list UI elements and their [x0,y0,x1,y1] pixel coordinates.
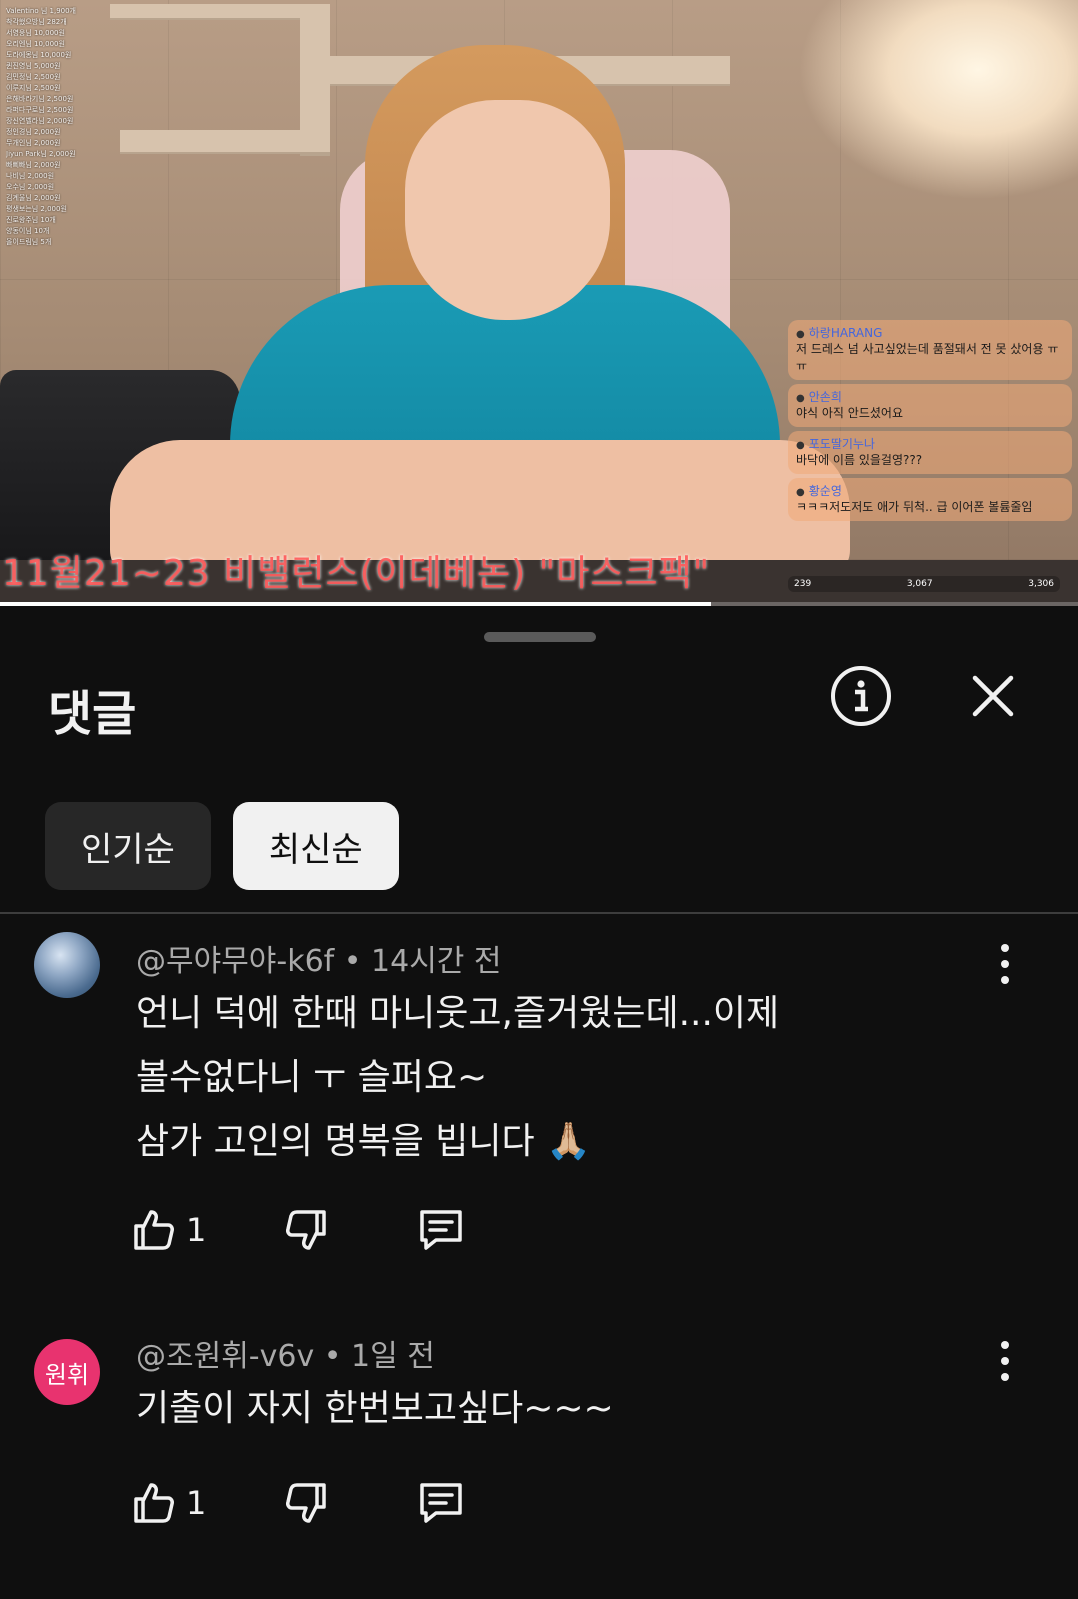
comment-line: 삼가 고인의 명복을 빕니다 🙏🏼 [136,1121,591,1162]
dislike-button[interactable] [282,1479,330,1527]
comment-meta: @조원휘-v6v • 1일 전 [136,1339,435,1374]
donation-list-overlay: Valentino 님 1,900개착각했으방님 282개서영웅님 10,000… [6,6,146,248]
comment-item: @무야무야-k6f • 14시간 전 언니 덕에 한때 마니웃고,즐거웠는데..… [0,916,1078,1276]
donation-list-item: 오리엔님 10,000원 [6,40,65,48]
donation-list-item: 퀸진영님 5,000원 [6,62,61,70]
video-ticker-text: 11월21~23 비밸런스(이데베논) "마스크팩" [2,553,711,594]
donation-list-item: 서영웅님 10,000원 [6,29,65,37]
donation-list-item: 은해바라기님 2,500원 [6,95,74,103]
sort-tab-popular[interactable]: 인기순 [45,802,211,890]
donation-list-item: 빠삐빠님 2,000원 [6,161,61,169]
more-vert-icon [1001,1341,1009,1349]
drag-handle[interactable] [484,632,596,642]
chat-username: 포도딸기누나 [796,435,1064,452]
video-player[interactable]: Valentino 님 1,900개착각했으방님 282개서영웅님 10,000… [0,0,1078,606]
comments-sheet: 댓글 인기순 최신순 @무야무야-k6f • 14시간 전 언니 덕에 한때 마… [0,606,1078,1599]
chat-message: 안손희야식 아직 안드셨어요 [788,384,1072,427]
more-vert-icon [1001,960,1009,968]
thumbs-down-icon [286,1483,327,1523]
reply-button[interactable] [416,1479,466,1527]
close-icon [972,675,1014,717]
chat-text: 저 드레스 넘 사고싶었는데 품절돼서 전 못 샀어용 ㅠㅠ [796,342,1059,373]
comment-item: 원휘 @조원휘-v6v • 1일 전 기출이 자지 한번보고싶다~~~ 1 [0,1321,1078,1571]
chat-text: 바닥에 이름 있을걸영??? [796,453,923,467]
thumbs-up-icon [134,1483,174,1523]
donation-list-item: 도라에몽님 10,000원 [6,51,72,59]
comment-actions: 1 [130,1206,466,1254]
info-button[interactable] [829,664,893,728]
reply-icon [420,1210,463,1250]
more-options-button[interactable] [990,1341,1020,1381]
donation-list-item: 나비님 2,000원 [6,172,55,180]
light-glow [798,0,1078,200]
donation-list-item: 올이드림님 5개 [6,238,52,246]
donation-list-item: 평생보는님 2,000원 [6,205,67,213]
donation-list-item: 정인경님 2,000원 [6,128,61,136]
chat-text: 야식 아직 안드셨어요 [796,406,903,420]
fan-count: 3,306 [1028,579,1054,589]
info-icon [831,666,891,726]
close-button[interactable] [961,664,1025,728]
comment-line: 볼수없다니 ㅜ 슬퍼요~ [136,1057,488,1098]
more-vert-icon [1001,944,1009,952]
thumbs-up-icon [134,1210,174,1250]
donation-list-item: 김민정님 2,500원 [6,73,61,81]
chat-username: 황순영 [796,482,1064,499]
thumbs-down-icon [286,1210,327,1250]
more-vert-icon [1001,1357,1009,1365]
sort-tab-newest[interactable]: 최신순 [232,802,399,890]
like-count: 1 [186,1211,207,1249]
donation-list-item: Jiyun Park님 2,000원 [6,150,76,158]
viewer-count: 239 [794,579,812,589]
donation-list-item: 김계울님 2,000원 [6,194,61,202]
comment-actions: 1 [130,1479,466,1527]
chat-message: 황순영ㅋㅋㅋ저도저도 애가 뒤척.. 급 이어폰 볼륨줄임 [788,478,1072,521]
reply-button[interactable] [416,1206,466,1254]
donation-list-item: 장신연벨라님 2,000원 [6,117,74,125]
stream-stats: 239 3,067 3,306 [788,576,1060,592]
comment-line: 언니 덕에 한때 마니웃고,즐거웠는데...이제 [136,993,780,1034]
sort-tabs: 인기순 최신순 [45,802,399,890]
sheet-title: 댓글 [48,686,137,742]
more-options-button[interactable] [990,944,1020,984]
avatar[interactable]: 원휘 [34,1339,100,1405]
more-vert-icon [1001,976,1009,984]
donation-list-item: 오수님 2,000원 [6,183,55,191]
chat-username: 안손희 [796,388,1064,405]
chat-text: ㅋㅋㅋ저도저도 애가 뒤척.. 급 이어폰 볼륨줄임 [796,500,1033,514]
donation-list-item: 이루지님 2,500원 [6,84,61,92]
donation-list-item: 착각했으방님 282개 [6,18,67,26]
donation-list-item: 진로왕주님 10개 [6,216,56,224]
comment-line: 기출이 자지 한번보고싶다~~~ [136,1388,614,1429]
streamer-face [405,100,610,320]
donation-list-item: 라퍼다구로님 2,500원 [6,106,74,114]
comment-text: 언니 덕에 한때 마니웃고,즐거웠는데...이제 볼수없다니 ㅜ 슬퍼요~ 삼가… [136,982,936,1174]
donation-list-item: 무개인님 2,000원 [6,139,61,147]
donation-list-item: Valentino 님 1,900개 [6,7,77,15]
like-button[interactable]: 1 [130,1479,206,1527]
like-button[interactable]: 1 [130,1206,206,1254]
comment-meta: @무야무야-k6f • 14시간 전 [136,944,502,979]
live-chat-overlay: 하랑HARANG저 드레스 넘 사고싶었는데 품절돼서 전 못 샀어용 ㅠㅠ안손… [788,320,1072,525]
shelf [120,130,330,152]
chat-message: 하랑HARANG저 드레스 넘 사고싶었는데 품절돼서 전 못 샀어용 ㅠㅠ [788,320,1072,380]
more-vert-icon [1001,1373,1009,1381]
reply-icon [420,1483,463,1523]
divider [0,912,1078,914]
chat-message: 포도딸기누나바닥에 이름 있을걸영??? [788,431,1072,474]
like-count: 3,067 [906,579,933,589]
like-count: 1 [186,1484,207,1522]
donation-list-item: 양동이님 10개 [6,227,50,235]
dislike-button[interactable] [282,1206,330,1254]
comment-text: 기출이 자지 한번보고싶다~~~ [136,1377,936,1441]
avatar[interactable] [34,932,100,998]
chat-username: 하랑HARANG [796,324,1064,341]
